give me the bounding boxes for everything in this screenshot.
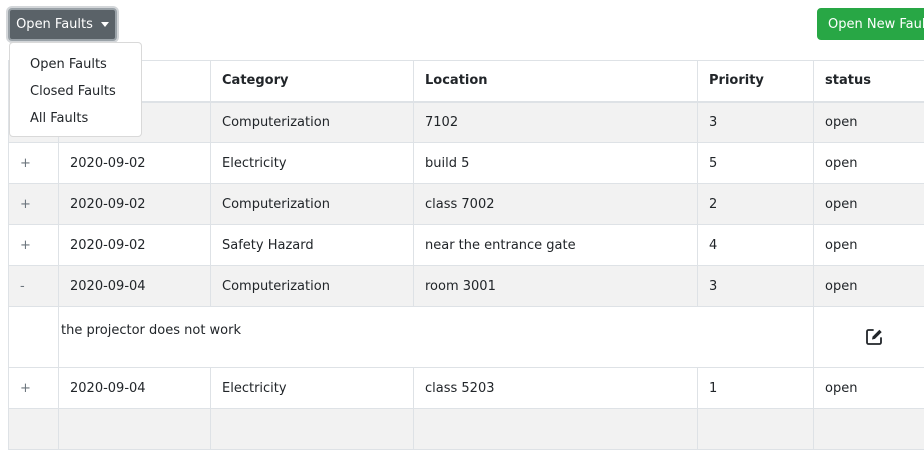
cell-location: 7102	[414, 102, 698, 143]
row-expand-toggle[interactable]: +	[9, 184, 59, 225]
cell-status: open	[814, 368, 924, 409]
expanded-detail-row: the projector does not work	[9, 307, 924, 368]
cell-priority: 3	[698, 266, 814, 307]
cell-priority: 3	[698, 102, 814, 143]
cell-category: Electricity	[211, 143, 414, 184]
cell-category: Computerization	[211, 102, 414, 143]
cell-priority: 4	[698, 225, 814, 266]
cell-date: 2020-09-02	[59, 225, 211, 266]
filter-dropdown-label: Open Faults	[16, 17, 93, 32]
cell-date: 2020-09-04	[59, 266, 211, 307]
row-expand-toggle[interactable]: +	[9, 143, 59, 184]
table-row: + 2020-09-02 Safety Hazard near the entr…	[9, 225, 924, 266]
detail-actions-cell	[814, 307, 924, 368]
column-header-location: Location	[414, 61, 698, 102]
column-header-status: status	[814, 61, 924, 102]
cell-status: open	[814, 225, 924, 266]
cell-category	[211, 409, 414, 450]
row-collapse-toggle[interactable]: -	[9, 266, 59, 307]
cell-category: Computerization	[211, 184, 414, 225]
cell-location: class 7002	[414, 184, 698, 225]
cell-category: Electricity	[211, 368, 414, 409]
table-row: Computerization 7102 3 open	[9, 102, 924, 143]
fault-description: the projector does not work	[59, 307, 814, 368]
cell-date: 2020-09-02	[59, 143, 211, 184]
dropdown-item-closed-faults[interactable]: Closed Faults	[10, 78, 141, 105]
filter-dropdown-menu: Open Faults Closed Faults All Faults	[9, 42, 142, 137]
table-row: + 2020-09-02 Electricity build 5 5 open	[9, 143, 924, 184]
row-expand-toggle[interactable]: +	[9, 225, 59, 266]
cell-category: Safety Hazard	[211, 225, 414, 266]
cell-location	[414, 409, 698, 450]
column-header-category: Category	[211, 61, 414, 102]
detail-spacer-cell	[9, 307, 59, 368]
cell-priority: 1	[698, 368, 814, 409]
edit-icon[interactable]	[864, 327, 884, 347]
cell-date: 2020-09-04	[59, 368, 211, 409]
faults-table: Category Location Priority status Comput…	[8, 60, 924, 450]
cell-priority: 5	[698, 143, 814, 184]
table-row: + 2020-09-04 Electricity class 5203 1 op…	[9, 368, 924, 409]
cell-priority: 2	[698, 184, 814, 225]
cell-status: open	[814, 184, 924, 225]
dropdown-item-open-faults[interactable]: Open Faults	[10, 51, 141, 78]
cell-status: open	[814, 143, 924, 184]
cell-date	[59, 409, 211, 450]
cell-date: 2020-09-02	[59, 184, 211, 225]
table-header-row: Category Location Priority status	[9, 61, 924, 102]
cell-location: build 5	[414, 143, 698, 184]
cell-status	[814, 409, 924, 450]
table-row	[9, 409, 924, 450]
cell-category: Computerization	[211, 266, 414, 307]
column-header-priority: Priority	[698, 61, 814, 102]
cell-location: room 3001	[414, 266, 698, 307]
cell-status: open	[814, 102, 924, 143]
cell-status: open	[814, 266, 924, 307]
open-new-fault-button[interactable]: Open New Fault	[817, 8, 924, 40]
row-toggle	[9, 409, 59, 450]
caret-down-icon	[101, 22, 109, 27]
cell-location: class 5203	[414, 368, 698, 409]
filter-dropdown-button[interactable]: Open Faults	[8, 8, 117, 41]
row-expand-toggle[interactable]: +	[9, 368, 59, 409]
table-row: + 2020-09-02 Computerization class 7002 …	[9, 184, 924, 225]
cell-location: near the entrance gate	[414, 225, 698, 266]
cell-priority	[698, 409, 814, 450]
table-row: - 2020-09-04 Computerization room 3001 3…	[9, 266, 924, 307]
dropdown-item-all-faults[interactable]: All Faults	[10, 105, 141, 132]
